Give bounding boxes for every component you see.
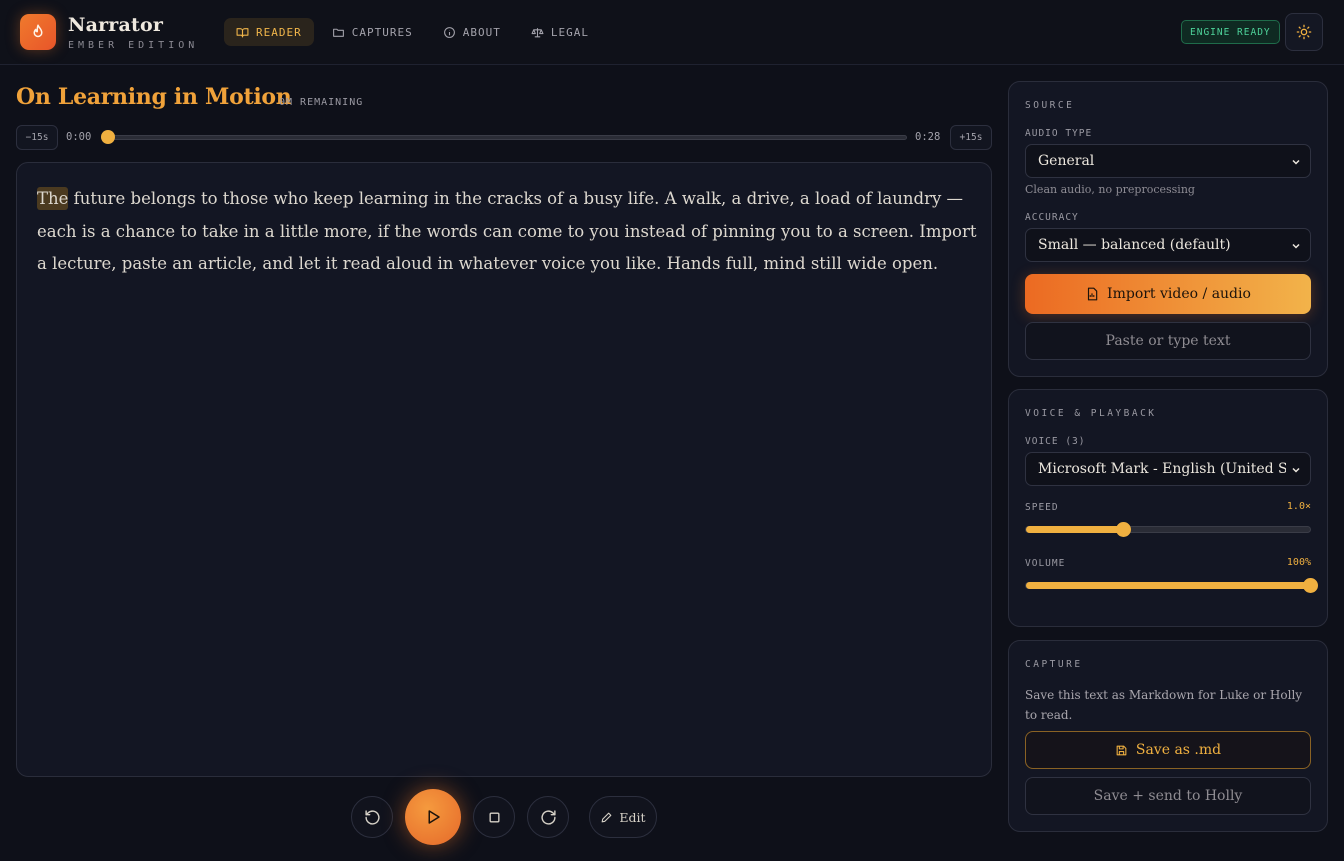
play-icon	[428, 810, 440, 824]
repeat-button[interactable]	[527, 796, 569, 838]
save-icon	[1116, 745, 1127, 755]
audio-type-label: AUDIO TYPE	[1025, 128, 1093, 139]
nav-item-about[interactable]: ABOUT	[431, 18, 513, 46]
panel-title: SOURCE	[1025, 100, 1075, 111]
skip-back-button[interactable]: −15s	[16, 125, 58, 150]
play-button[interactable]	[405, 789, 461, 845]
time-remaining: 0M REMAINING	[279, 97, 364, 108]
rotate-cw-icon	[540, 809, 556, 825]
source-panel: SOURCE AUDIO TYPE General Clean audio, n…	[1008, 81, 1328, 377]
chevron-down-icon	[1292, 159, 1300, 165]
folder-icon	[332, 28, 344, 37]
book-open-icon	[236, 27, 249, 37]
audio-type-select[interactable]: General	[1025, 144, 1311, 178]
scale-icon	[531, 27, 544, 37]
volume-value: 100%	[1286, 557, 1311, 568]
document-title: On Learning in Motion	[16, 84, 292, 110]
panel-title: CAPTURE	[1025, 659, 1083, 670]
skip-forward-button[interactable]: +15s	[950, 125, 992, 150]
volume-slider-thumb[interactable]	[1303, 578, 1318, 593]
panel-title: VOICE & PLAYBACK	[1025, 408, 1157, 419]
reader-body: future belongs to those who keep learnin…	[37, 189, 977, 273]
engine-status-badge: ENGINE READY	[1181, 20, 1280, 44]
app-logo	[20, 14, 56, 50]
chevron-down-icon	[1292, 243, 1300, 249]
file-audio-icon	[1087, 287, 1098, 301]
stop-icon	[488, 811, 500, 823]
paste-text-button[interactable]: Paste or type text	[1025, 322, 1311, 360]
nav-label: ABOUT	[462, 25, 501, 39]
rewind-button[interactable]	[351, 796, 393, 838]
nav-item-reader[interactable]: READER	[224, 18, 314, 46]
nav-label: LEGAL	[550, 25, 589, 39]
voice-panel: VOICE & PLAYBACK VOICE (3) Microsoft Mar…	[1008, 389, 1328, 627]
app-edition: EMBER EDITION	[68, 40, 199, 51]
volume-label: VOLUME	[1025, 558, 1066, 569]
nav-item-captures[interactable]: CAPTURES	[320, 18, 425, 46]
capture-description: Save this text as Markdown for Luke or H…	[1025, 688, 1303, 722]
save-md-button[interactable]: Save as .md	[1025, 731, 1311, 769]
speed-label: SPEED	[1025, 502, 1059, 513]
speed-slider[interactable]	[1025, 522, 1311, 537]
reader-panel: The future belongs to those who keep lea…	[16, 162, 992, 777]
nav-item-legal[interactable]: LEGAL	[519, 18, 601, 46]
info-icon	[443, 26, 455, 38]
chevron-down-icon	[1292, 467, 1300, 473]
app-name: Narrator	[68, 14, 164, 36]
audio-type-hint: Clean audio, no preprocessing	[1025, 183, 1195, 196]
top-bar: Narrator EMBER EDITION READER CAPTURES A…	[0, 0, 1344, 65]
audio-type-value: General	[1038, 153, 1095, 169]
nav-label: CAPTURES	[351, 25, 413, 39]
accuracy-select[interactable]: Small — balanced (default)	[1025, 228, 1311, 262]
speed-slider-thumb[interactable]	[1115, 522, 1131, 537]
save-md-label: Save as .md	[1135, 742, 1222, 758]
voice-value: Microsoft Mark - English (United States)	[1038, 461, 1286, 477]
reader-text: The future belongs to those who keep lea…	[37, 183, 977, 281]
sun-icon	[1296, 24, 1312, 40]
save-send-button[interactable]: Save + send to Holly	[1025, 777, 1311, 815]
stop-button[interactable]	[473, 796, 515, 838]
voice-label: VOICE (3)	[1025, 436, 1086, 447]
volume-slider[interactable]	[1025, 578, 1318, 593]
edit-label: Edit	[619, 809, 646, 825]
accuracy-label: ACCURACY	[1025, 212, 1079, 223]
import-label: Import video / audio	[1107, 286, 1251, 302]
pencil-icon	[602, 812, 612, 822]
theme-toggle-button[interactable]	[1285, 13, 1323, 51]
highlighted-word: The	[37, 187, 69, 210]
nav-label: READER	[256, 25, 302, 39]
progress-thumb[interactable]	[101, 130, 115, 144]
accuracy-value: Small — balanced (default)	[1038, 237, 1231, 253]
volume-slider-fill	[1026, 582, 1310, 589]
edit-button[interactable]: Edit	[589, 796, 657, 838]
current-time: 0:00	[66, 131, 92, 143]
voice-select[interactable]: Microsoft Mark - English (United States)	[1025, 452, 1311, 486]
import-media-button[interactable]: Import video / audio	[1025, 274, 1311, 314]
capture-panel: CAPTURE Save this text as Markdown for L…	[1008, 640, 1328, 832]
total-time: 0:28	[915, 131, 941, 143]
speed-slider-fill	[1026, 526, 1123, 533]
speed-value: 1.0×	[1286, 501, 1311, 512]
rotate-ccw-icon	[364, 809, 380, 825]
progress-track[interactable]	[104, 135, 907, 140]
flame-icon	[33, 24, 43, 38]
main-nav: READER CAPTURES ABOUT LEGAL	[224, 18, 601, 46]
